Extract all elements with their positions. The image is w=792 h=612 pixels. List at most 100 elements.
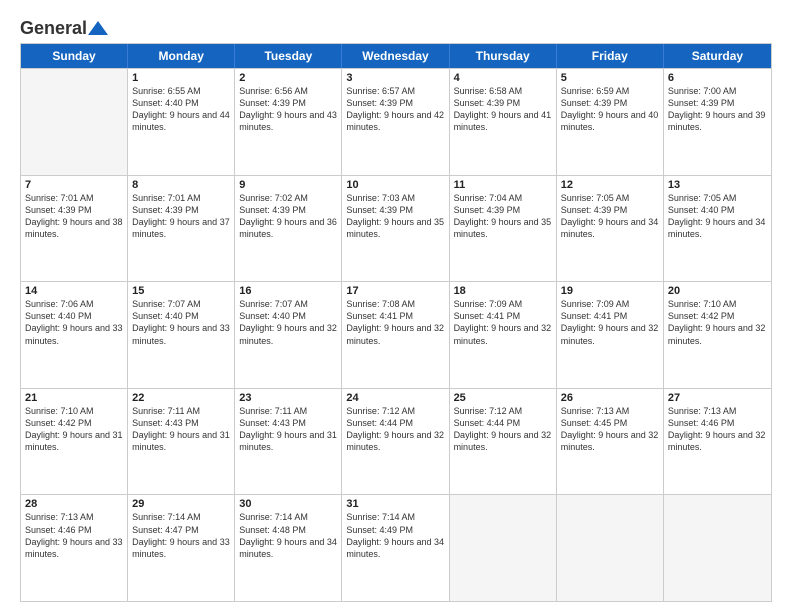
day-info: Sunrise: 7:08 AM Sunset: 4:41 PM Dayligh… <box>346 298 444 347</box>
day-cell-25: 25Sunrise: 7:12 AM Sunset: 4:44 PM Dayli… <box>450 389 557 495</box>
day-cell-5: 5Sunrise: 6:59 AM Sunset: 4:39 PM Daylig… <box>557 69 664 175</box>
day-info: Sunrise: 7:01 AM Sunset: 4:39 PM Dayligh… <box>132 192 230 241</box>
page-header: General <box>20 18 772 37</box>
day-number: 18 <box>454 285 552 297</box>
day-cell-21: 21Sunrise: 7:10 AM Sunset: 4:42 PM Dayli… <box>21 389 128 495</box>
calendar-row-0: 1Sunrise: 6:55 AM Sunset: 4:40 PM Daylig… <box>21 68 771 175</box>
day-cell-2: 2Sunrise: 6:56 AM Sunset: 4:39 PM Daylig… <box>235 69 342 175</box>
day-info: Sunrise: 7:10 AM Sunset: 4:42 PM Dayligh… <box>668 298 767 347</box>
day-number: 2 <box>239 72 337 84</box>
day-cell-27: 27Sunrise: 7:13 AM Sunset: 4:46 PM Dayli… <box>664 389 771 495</box>
day-info: Sunrise: 7:13 AM Sunset: 4:46 PM Dayligh… <box>25 511 123 560</box>
day-info: Sunrise: 7:04 AM Sunset: 4:39 PM Dayligh… <box>454 192 552 241</box>
day-info: Sunrise: 7:05 AM Sunset: 4:39 PM Dayligh… <box>561 192 659 241</box>
day-number: 26 <box>561 392 659 404</box>
day-info: Sunrise: 7:01 AM Sunset: 4:39 PM Dayligh… <box>25 192 123 241</box>
logo-icon <box>88 19 108 37</box>
day-cell-31: 31Sunrise: 7:14 AM Sunset: 4:49 PM Dayli… <box>342 495 449 601</box>
day-info: Sunrise: 6:58 AM Sunset: 4:39 PM Dayligh… <box>454 85 552 134</box>
empty-cell <box>664 495 771 601</box>
header-monday: Monday <box>128 44 235 68</box>
day-cell-17: 17Sunrise: 7:08 AM Sunset: 4:41 PM Dayli… <box>342 282 449 388</box>
empty-cell <box>21 69 128 175</box>
day-number: 8 <box>132 179 230 191</box>
day-cell-11: 11Sunrise: 7:04 AM Sunset: 4:39 PM Dayli… <box>450 176 557 282</box>
day-info: Sunrise: 6:57 AM Sunset: 4:39 PM Dayligh… <box>346 85 444 134</box>
calendar: SundayMondayTuesdayWednesdayThursdayFrid… <box>20 43 772 602</box>
day-cell-13: 13Sunrise: 7:05 AM Sunset: 4:40 PM Dayli… <box>664 176 771 282</box>
day-cell-3: 3Sunrise: 6:57 AM Sunset: 4:39 PM Daylig… <box>342 69 449 175</box>
day-cell-10: 10Sunrise: 7:03 AM Sunset: 4:39 PM Dayli… <box>342 176 449 282</box>
day-number: 30 <box>239 498 337 510</box>
logo-general: General <box>20 18 87 39</box>
day-number: 28 <box>25 498 123 510</box>
day-info: Sunrise: 7:00 AM Sunset: 4:39 PM Dayligh… <box>668 85 767 134</box>
day-number: 16 <box>239 285 337 297</box>
calendar-page: General SundayMondayTuesdayWednesdayThur… <box>0 0 792 612</box>
day-number: 27 <box>668 392 767 404</box>
day-number: 15 <box>132 285 230 297</box>
day-cell-22: 22Sunrise: 7:11 AM Sunset: 4:43 PM Dayli… <box>128 389 235 495</box>
day-number: 11 <box>454 179 552 191</box>
day-cell-1: 1Sunrise: 6:55 AM Sunset: 4:40 PM Daylig… <box>128 69 235 175</box>
day-number: 19 <box>561 285 659 297</box>
day-number: 17 <box>346 285 444 297</box>
day-cell-4: 4Sunrise: 6:58 AM Sunset: 4:39 PM Daylig… <box>450 69 557 175</box>
calendar-row-1: 7Sunrise: 7:01 AM Sunset: 4:39 PM Daylig… <box>21 175 771 282</box>
calendar-header: SundayMondayTuesdayWednesdayThursdayFrid… <box>21 44 771 68</box>
day-info: Sunrise: 6:55 AM Sunset: 4:40 PM Dayligh… <box>132 85 230 134</box>
day-number: 14 <box>25 285 123 297</box>
day-info: Sunrise: 6:59 AM Sunset: 4:39 PM Dayligh… <box>561 85 659 134</box>
day-number: 21 <box>25 392 123 404</box>
header-tuesday: Tuesday <box>235 44 342 68</box>
day-number: 5 <box>561 72 659 84</box>
day-number: 20 <box>668 285 767 297</box>
day-number: 4 <box>454 72 552 84</box>
day-info: Sunrise: 6:56 AM Sunset: 4:39 PM Dayligh… <box>239 85 337 134</box>
day-info: Sunrise: 7:07 AM Sunset: 4:40 PM Dayligh… <box>239 298 337 347</box>
day-info: Sunrise: 7:12 AM Sunset: 4:44 PM Dayligh… <box>346 405 444 454</box>
day-cell-9: 9Sunrise: 7:02 AM Sunset: 4:39 PM Daylig… <box>235 176 342 282</box>
day-cell-24: 24Sunrise: 7:12 AM Sunset: 4:44 PM Dayli… <box>342 389 449 495</box>
day-info: Sunrise: 7:10 AM Sunset: 4:42 PM Dayligh… <box>25 405 123 454</box>
header-saturday: Saturday <box>664 44 771 68</box>
day-cell-23: 23Sunrise: 7:11 AM Sunset: 4:43 PM Dayli… <box>235 389 342 495</box>
header-wednesday: Wednesday <box>342 44 449 68</box>
day-number: 9 <box>239 179 337 191</box>
day-number: 6 <box>668 72 767 84</box>
day-cell-20: 20Sunrise: 7:10 AM Sunset: 4:42 PM Dayli… <box>664 282 771 388</box>
day-number: 23 <box>239 392 337 404</box>
day-number: 1 <box>132 72 230 84</box>
day-cell-29: 29Sunrise: 7:14 AM Sunset: 4:47 PM Dayli… <box>128 495 235 601</box>
calendar-row-3: 21Sunrise: 7:10 AM Sunset: 4:42 PM Dayli… <box>21 388 771 495</box>
day-number: 24 <box>346 392 444 404</box>
header-sunday: Sunday <box>21 44 128 68</box>
day-number: 13 <box>668 179 767 191</box>
day-info: Sunrise: 7:14 AM Sunset: 4:48 PM Dayligh… <box>239 511 337 560</box>
day-cell-12: 12Sunrise: 7:05 AM Sunset: 4:39 PM Dayli… <box>557 176 664 282</box>
day-info: Sunrise: 7:13 AM Sunset: 4:46 PM Dayligh… <box>668 405 767 454</box>
day-number: 31 <box>346 498 444 510</box>
empty-cell <box>450 495 557 601</box>
day-cell-15: 15Sunrise: 7:07 AM Sunset: 4:40 PM Dayli… <box>128 282 235 388</box>
day-info: Sunrise: 7:03 AM Sunset: 4:39 PM Dayligh… <box>346 192 444 241</box>
day-number: 10 <box>346 179 444 191</box>
header-thursday: Thursday <box>450 44 557 68</box>
day-info: Sunrise: 7:14 AM Sunset: 4:47 PM Dayligh… <box>132 511 230 560</box>
day-info: Sunrise: 7:11 AM Sunset: 4:43 PM Dayligh… <box>132 405 230 454</box>
day-info: Sunrise: 7:09 AM Sunset: 4:41 PM Dayligh… <box>454 298 552 347</box>
day-cell-19: 19Sunrise: 7:09 AM Sunset: 4:41 PM Dayli… <box>557 282 664 388</box>
day-info: Sunrise: 7:02 AM Sunset: 4:39 PM Dayligh… <box>239 192 337 241</box>
day-info: Sunrise: 7:12 AM Sunset: 4:44 PM Dayligh… <box>454 405 552 454</box>
logo: General <box>20 18 108 37</box>
day-cell-7: 7Sunrise: 7:01 AM Sunset: 4:39 PM Daylig… <box>21 176 128 282</box>
day-cell-16: 16Sunrise: 7:07 AM Sunset: 4:40 PM Dayli… <box>235 282 342 388</box>
calendar-row-4: 28Sunrise: 7:13 AM Sunset: 4:46 PM Dayli… <box>21 494 771 601</box>
day-number: 29 <box>132 498 230 510</box>
day-info: Sunrise: 7:06 AM Sunset: 4:40 PM Dayligh… <box>25 298 123 347</box>
day-number: 7 <box>25 179 123 191</box>
day-info: Sunrise: 7:13 AM Sunset: 4:45 PM Dayligh… <box>561 405 659 454</box>
day-info: Sunrise: 7:11 AM Sunset: 4:43 PM Dayligh… <box>239 405 337 454</box>
day-cell-28: 28Sunrise: 7:13 AM Sunset: 4:46 PM Dayli… <box>21 495 128 601</box>
day-info: Sunrise: 7:05 AM Sunset: 4:40 PM Dayligh… <box>668 192 767 241</box>
